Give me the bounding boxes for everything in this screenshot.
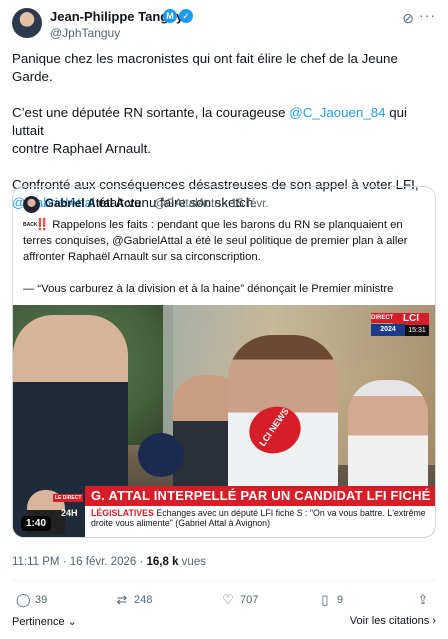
quote-paragraph-2: — “Vous carburez à la division et à la h… [23, 283, 394, 295]
author-handle[interactable]: @JphTanguy [50, 26, 120, 40]
retweet-button[interactable]: ⇄ 248 [115, 590, 153, 610]
share-icon: ⇪ [417, 592, 429, 607]
double-exclamation-icon: ‼️ [35, 219, 50, 231]
video-lower-third: LE DIRECT 24H G. ATTAL INTERPELLÉ PAR UN… [13, 486, 435, 537]
video-duration: 1:40 [21, 516, 52, 531]
bookmark-icon: ▯ [321, 592, 329, 607]
chevron-right-icon: › [432, 615, 436, 627]
back-arrow-icon: BACK [23, 222, 38, 229]
sort-relevance-button[interactable]: Pertinence ⌄ [12, 615, 77, 628]
video-headline: G. ATTAL INTERPELLÉ PAR UN CANDIDAT LFI … [85, 486, 435, 506]
quote-meta: @GAttalActu · 15 févr. [154, 198, 269, 210]
quote-avatar [23, 196, 40, 213]
video-subtitle: LÉGISLATIVES Echanges avec un député LFI… [85, 506, 435, 537]
video-player[interactable]: LCI NEWS DIRECT LCI 2024 15:31 LE DIRECT… [13, 305, 435, 537]
replies-footer: Pertinence ⌄ Voir les citations › [12, 615, 436, 631]
quote-author-name: Gabriel Attal Actu [45, 198, 142, 210]
chevron-down-icon: ⌄ [67, 616, 77, 628]
quoted-post[interactable]: Gabriel Attal Actu @GAttalActu · 15 févr… [12, 186, 436, 538]
affiliation-badge-icon: M [163, 9, 177, 23]
heart-icon: ♡ [222, 592, 234, 607]
quote-paragraph-1: BACK‼️ Rappelons les faits : pendant que… [23, 219, 408, 263]
more-icon[interactable]: ··· [419, 7, 436, 23]
post-header: Jean-Philippe Tanguy M ✓ @JphTanguy ⊘ ··… [12, 7, 436, 42]
grok-icon[interactable]: ⊘ [402, 10, 414, 27]
view-quotes-link[interactable]: Voir les citations › [350, 615, 436, 627]
channel-logo: DIRECT LCI 2024 15:31 [371, 313, 429, 337]
mention-link[interactable]: @C_Jaouen_84 [289, 105, 385, 120]
quote-text: BACK‼️ Rappelons les faits : pendant que… [23, 217, 428, 297]
microphone-dark [138, 433, 184, 477]
share-button[interactable]: ⇪ [416, 590, 430, 610]
post-paragraph-2: C’est une députée RN sortante, la courag… [12, 105, 407, 156]
retweet-icon: ⇄ [116, 592, 128, 607]
bookmark-button[interactable]: ▯ 9 [318, 590, 343, 610]
reply-icon: ◯ [16, 592, 31, 607]
author-avatar[interactable] [12, 8, 42, 38]
verified-check-icon: ✓ [179, 9, 193, 23]
like-button[interactable]: ♡ 707 [221, 590, 258, 610]
divider [12, 580, 436, 581]
post-meta: 11:11 PM · 16 févr. 2026 · 16,8 k vues [12, 556, 206, 568]
reply-button[interactable]: ◯ 39 [16, 590, 47, 610]
post-paragraph-1: Panique chez les macronistes qui ont fai… [12, 51, 398, 84]
action-bar: ◯ 39 ⇄ 248 ♡ 707 ▯ 9 ⇪ [12, 590, 436, 610]
